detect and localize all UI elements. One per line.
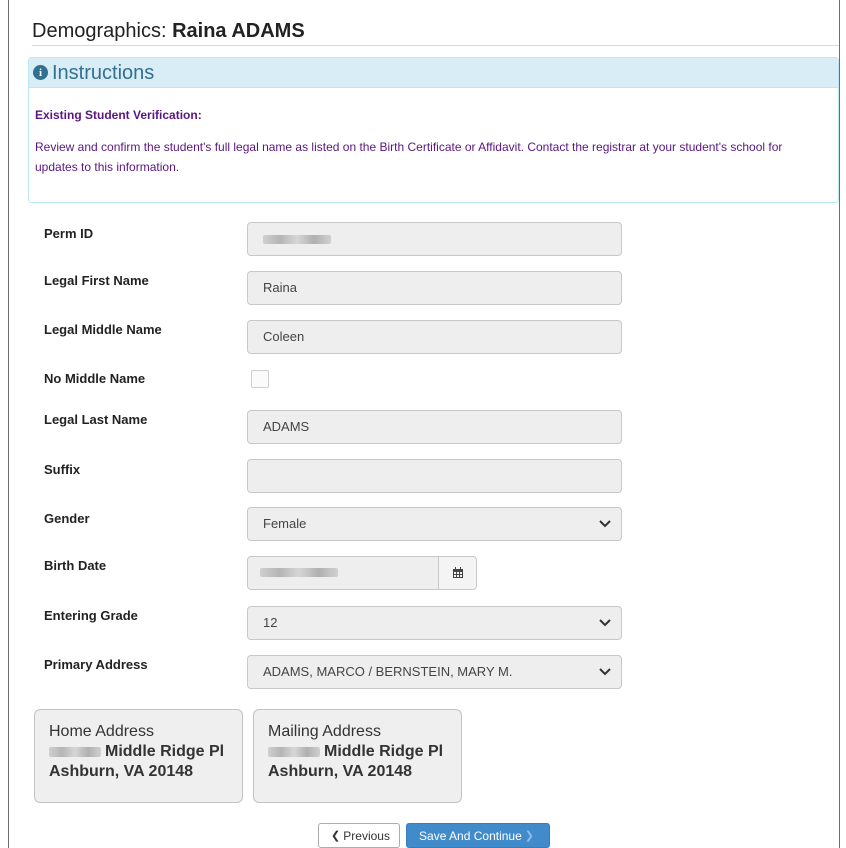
home-address-city: Ashburn, VA 20148 xyxy=(49,763,194,780)
page-title-prefix: Demographics: xyxy=(32,20,167,42)
title-divider xyxy=(32,45,839,46)
last-name-field[interactable]: ADAMS xyxy=(247,410,622,444)
mailing-address-title: Mailing Address xyxy=(268,723,381,740)
redacted-house-number xyxy=(49,746,101,757)
no-middle-name-checkbox[interactable] xyxy=(251,370,269,388)
primary-address-label: Primary Address xyxy=(44,657,148,672)
first-name-field[interactable]: Raina xyxy=(247,271,622,305)
mailing-address-card[interactable]: Mailing Address Middle Ridge Pl Ashburn,… xyxy=(253,709,462,803)
perm-id-field[interactable] xyxy=(247,222,622,256)
home-address-card[interactable]: Home Address Middle Ridge Pl Ashburn, VA… xyxy=(34,709,243,803)
home-address-street: Middle Ridge Pl xyxy=(49,742,242,762)
primary-address-select[interactable]: ADAMS, MARCO / BERNSTEIN, MARY M. xyxy=(247,655,622,689)
birth-date-field[interactable] xyxy=(247,556,439,590)
student-name: Raina ADAMS xyxy=(172,20,305,42)
entering-grade-select[interactable]: 12 xyxy=(247,606,622,640)
mailing-address-street: Middle Ridge Pl xyxy=(268,742,461,762)
no-middle-name-label: No Middle Name xyxy=(44,371,146,386)
gender-select[interactable]: Female xyxy=(247,507,622,541)
instructions-subheading: Existing Student Verification: xyxy=(35,108,202,122)
last-name-label: Legal Last Name xyxy=(44,412,148,427)
save-and-continue-button[interactable]: Save And Continue ❯ xyxy=(406,823,550,848)
chevron-down-icon xyxy=(599,668,611,676)
redacted-birth-date xyxy=(260,568,338,578)
birth-date-label: Birth Date xyxy=(44,558,107,573)
chevron-down-icon xyxy=(599,619,611,627)
calendar-icon xyxy=(452,567,463,578)
chevron-down-icon xyxy=(599,520,611,528)
calendar-button[interactable] xyxy=(438,556,477,590)
redacted-perm-id xyxy=(263,235,331,245)
entering-grade-label: Entering Grade xyxy=(44,608,138,623)
previous-button[interactable]: ❮ Previous xyxy=(318,823,400,848)
chevron-right-icon: ❯ xyxy=(524,830,534,842)
redacted-house-number xyxy=(268,746,320,757)
suffix-field[interactable] xyxy=(247,459,622,493)
middle-name-label: Legal Middle Name xyxy=(44,322,162,337)
instructions-heading: i Instructions xyxy=(29,58,838,88)
suffix-label: Suffix xyxy=(44,462,81,477)
gender-label: Gender xyxy=(44,511,90,526)
chevron-left-icon: ❮ xyxy=(331,830,341,842)
info-circle-icon: i xyxy=(33,65,48,80)
home-address-title: Home Address xyxy=(49,723,154,740)
save-and-continue-label: Save And Continue xyxy=(419,828,522,843)
mailing-address-city: Ashburn, VA 20148 xyxy=(268,763,413,780)
first-name-label: Legal First Name xyxy=(44,273,149,288)
entering-grade-value: 12 xyxy=(263,615,278,630)
instructions-panel: i Instructions Existing Student Verifica… xyxy=(28,57,839,203)
perm-id-label: Perm ID xyxy=(44,226,94,241)
middle-name-field[interactable]: Coleen xyxy=(247,320,622,354)
previous-button-label: Previous xyxy=(343,828,390,843)
gender-value: Female xyxy=(263,516,307,531)
instructions-heading-label: Instructions xyxy=(52,61,155,84)
instructions-body: Review and confirm the student's full le… xyxy=(35,140,783,174)
birth-date-group xyxy=(247,556,477,590)
page-title: Demographics: Raina ADAMS xyxy=(32,20,305,43)
primary-address-value: ADAMS, MARCO / BERNSTEIN, MARY M. xyxy=(263,664,513,679)
